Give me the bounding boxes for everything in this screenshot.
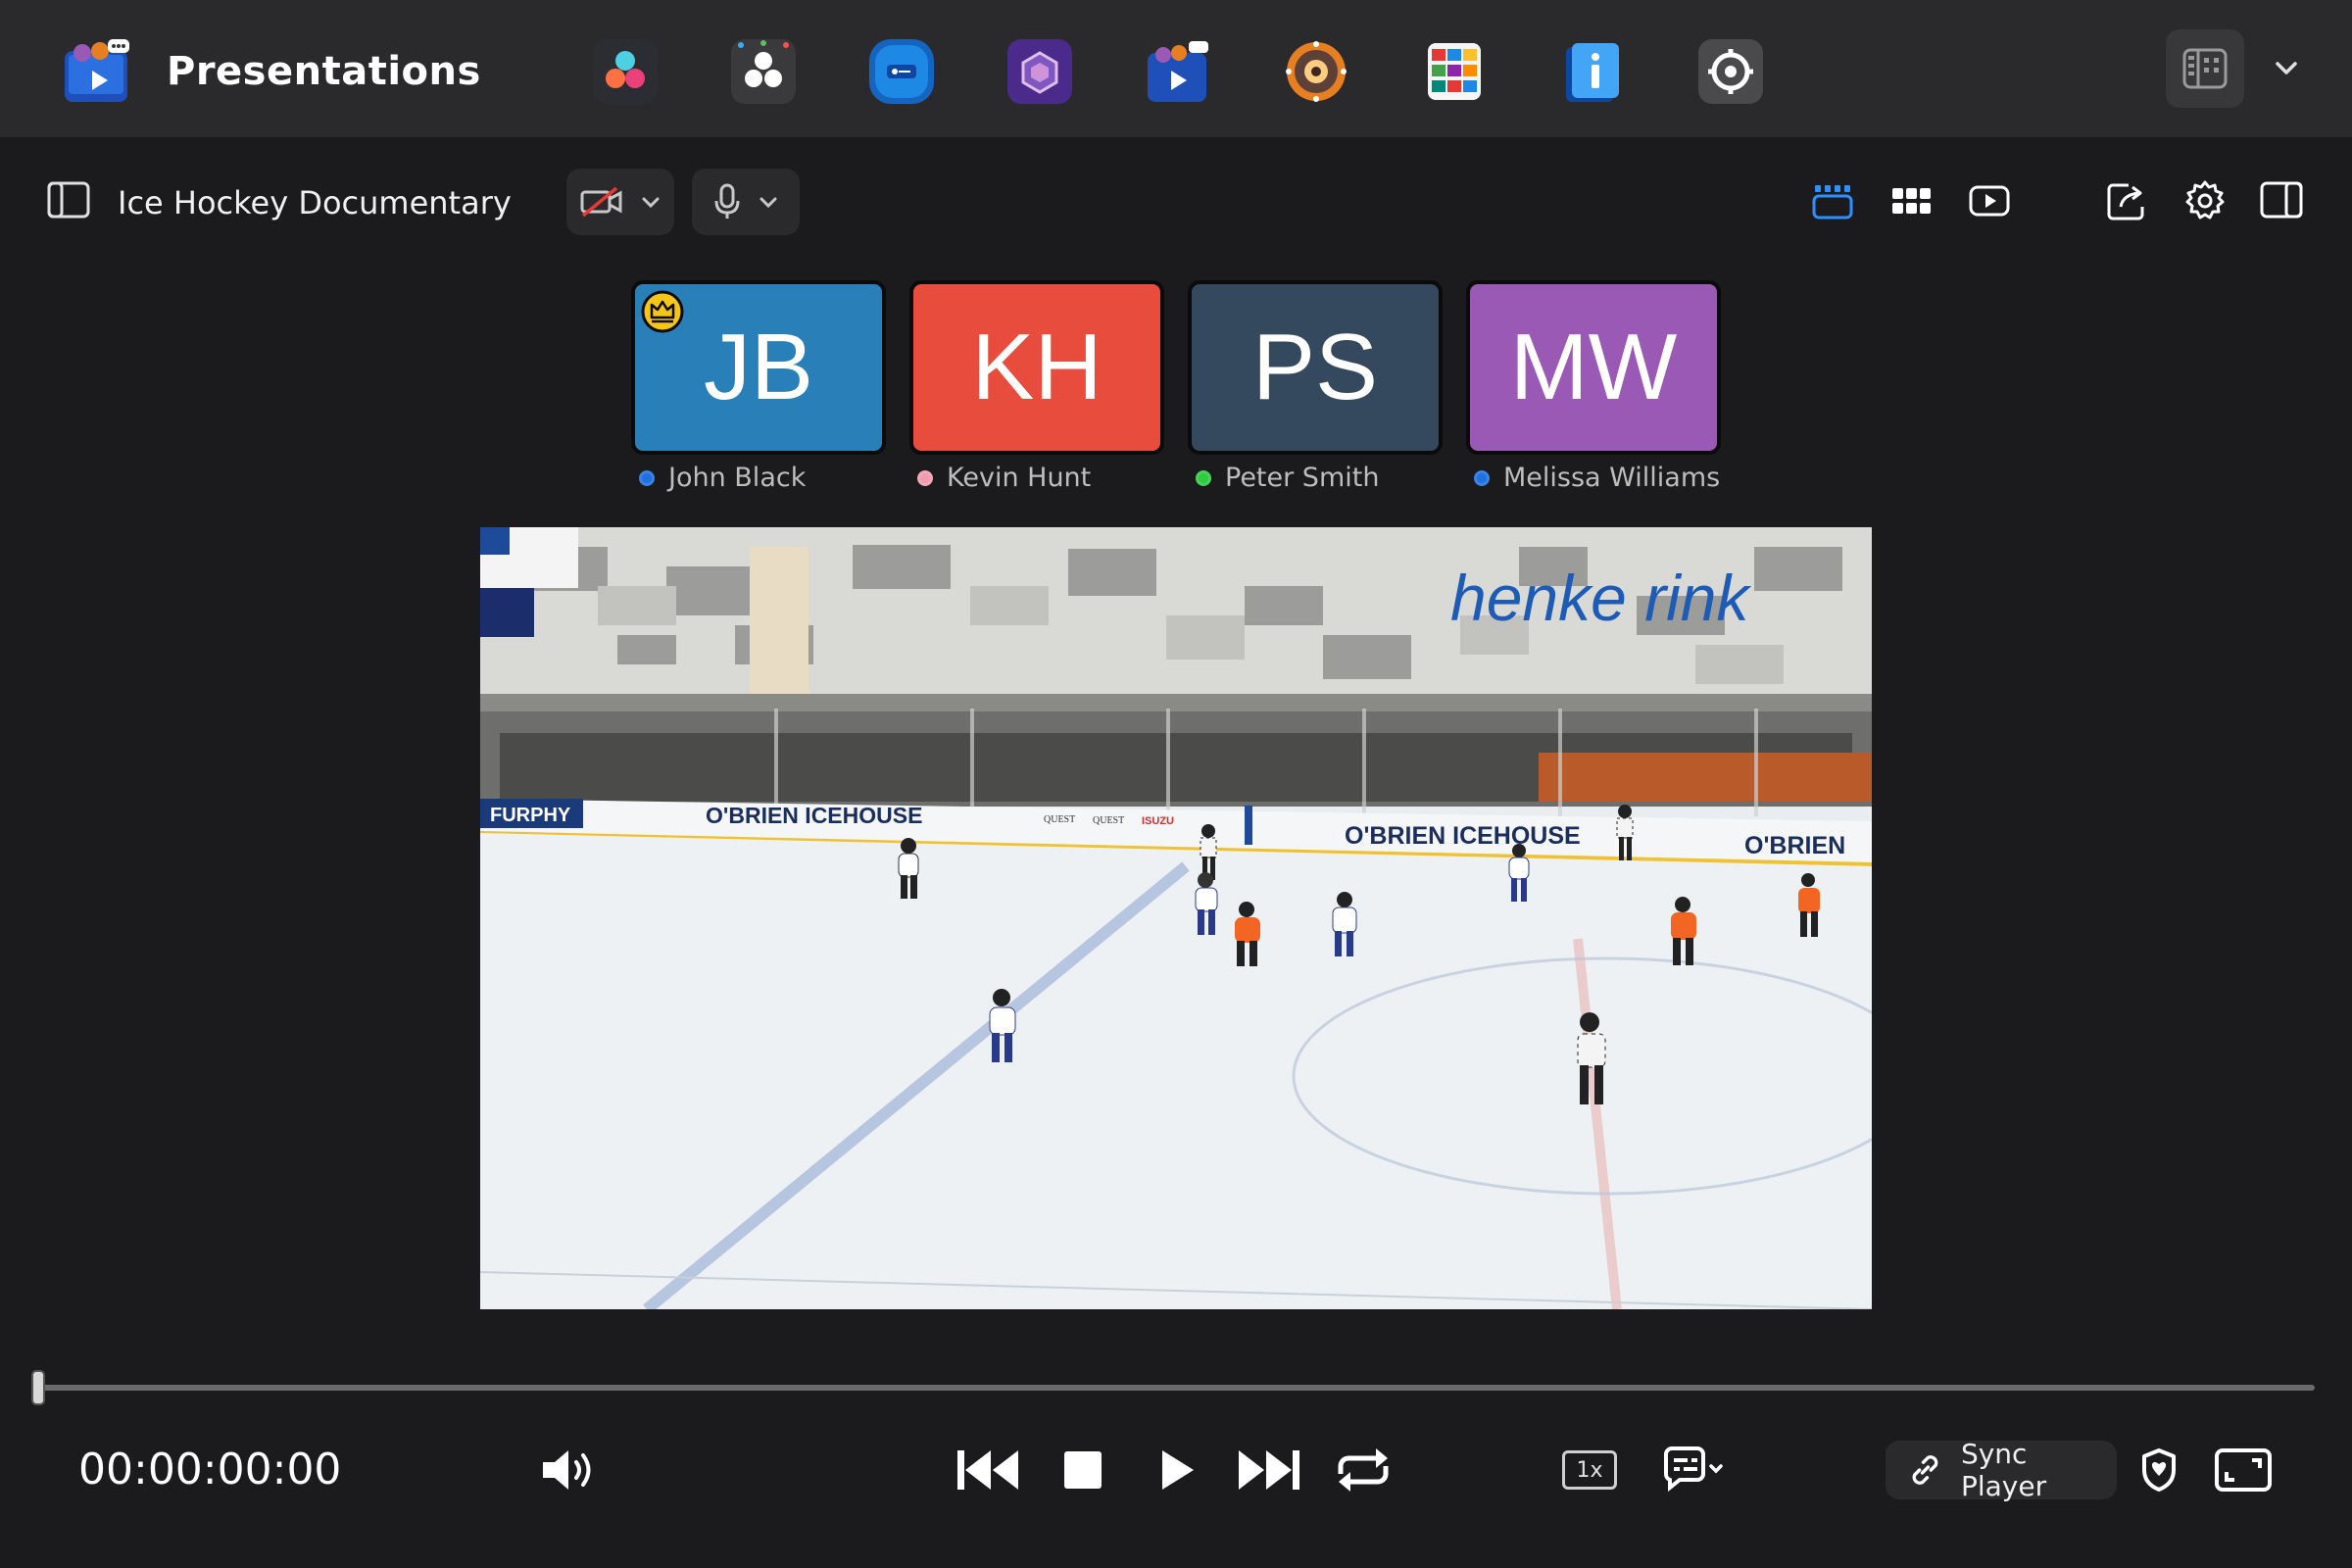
settings-app-icon[interactable] [1698,39,1763,104]
avatar: MW [1466,280,1721,455]
board-ad-text: O'BRIEN ICEHOUSE [1345,822,1581,850]
document-toolbar: Ice Hockey Documentary [0,137,2352,267]
participants-strip-view-icon[interactable] [1811,179,1854,222]
chevron-down-icon [642,197,660,209]
participants-strip: JB John Black KH Kevin Hunt PS Peter Smi… [631,280,1721,493]
speaker-app-icon[interactable] [1284,39,1348,104]
window-switcher-button[interactable] [2166,29,2244,108]
board-ad-text: QUEST [1093,815,1124,826]
hockey-rink-video-frame: henke rink FURPHY O'BRIEN ICEHOUSE QUEST… [480,527,1872,1309]
avatar: PS [1188,280,1443,455]
status-dot [1196,469,1211,486]
participant-name: Kevin Hunt [947,463,1092,493]
participant-name: Peter Smith [1225,463,1380,493]
participant-initials: MW [1509,315,1678,419]
playback-speed-label: 1x [1576,1457,1603,1483]
shield-icon[interactable] [2127,1441,2191,1499]
board-ad-text: FURPHY [490,805,571,826]
hex-app-icon[interactable] [1007,39,1072,104]
volume-icon[interactable] [539,1441,604,1499]
participant-initials: KH [971,315,1102,419]
crown-host-icon [641,290,684,333]
microphone-icon [714,183,740,219]
right-sidebar-toggle-icon[interactable] [2260,179,2303,222]
microphone-toggle-button[interactable] [692,169,800,235]
player-view-icon[interactable] [1968,179,2011,222]
presentations-app-icon[interactable] [1146,39,1210,104]
skip-back-icon[interactable] [956,1441,1020,1499]
app-dock [593,39,1763,104]
presentations-app-icon[interactable] [63,37,133,108]
davinci-resolve-icon[interactable] [593,39,658,104]
chevron-down-icon[interactable] [2272,54,2301,83]
document-title: Ice Hockey Documentary [118,184,512,221]
tiles-app-icon[interactable] [1422,39,1487,104]
fullscreen-icon[interactable] [2211,1441,2276,1499]
chevron-down-icon [760,197,777,209]
video-player-frame[interactable]: henke rink FURPHY O'BRIEN ICEHOUSE QUEST… [480,527,1872,1309]
sync-player-button[interactable]: Sync Player [1886,1438,2117,1502]
participant-tile[interactable]: PS Peter Smith [1188,280,1443,493]
board-ad-text: O'BRIEN [1744,832,1845,859]
board-ad-text: ISUZU [1142,815,1174,827]
settings-gear-icon[interactable] [2183,179,2227,222]
status-dot [917,469,933,486]
participant-tile[interactable]: KH Kevin Hunt [909,280,1164,493]
davinci-panel-icon[interactable] [731,39,796,104]
board-ad-text: QUEST [1044,814,1075,825]
app-header-bar: Presentations [0,0,2352,137]
participant-initials: PS [1251,315,1379,419]
loop-icon[interactable] [1331,1441,1396,1499]
participant-initials: JB [703,315,814,419]
info-app-icon[interactable] [1560,39,1625,104]
playback-speed-button[interactable]: 1x [1562,1450,1617,1490]
avatar: KH [909,280,1164,455]
status-dot [1474,469,1490,486]
subtitles-icon[interactable] [1660,1441,1725,1499]
playback-scrubber-handle[interactable] [31,1370,45,1405]
participant-name: Melissa Williams [1503,463,1721,493]
link-icon [1912,1455,1938,1485]
left-sidebar-toggle-icon[interactable] [47,181,90,219]
rink-banner-text: henke rink [1450,562,1752,634]
sync-player-label: Sync Player [1960,1438,2047,1502]
skip-forward-icon[interactable] [1237,1441,1301,1499]
board-ad-text: O'BRIEN ICEHOUSE [706,803,922,828]
key-app-icon[interactable] [869,39,934,104]
participant-tile[interactable]: MW Melissa Williams [1466,280,1721,493]
app-title: Presentations [167,49,481,94]
play-icon[interactable] [1143,1441,1207,1499]
panel-grid-icon [2182,48,2228,89]
timecode-display: 00:00:00:00 [78,1445,342,1494]
playback-progress-track[interactable] [37,1385,2315,1391]
status-dot [639,469,655,486]
grid-view-icon[interactable] [1889,179,1933,222]
avatar: JB [631,280,886,455]
participant-name: John Black [668,463,807,493]
camera-toggle-button[interactable] [566,169,674,235]
participant-tile[interactable]: JB John Black [631,280,886,493]
stop-icon[interactable] [1051,1441,1115,1499]
share-icon[interactable] [2105,179,2148,222]
camera-off-icon [580,186,622,218]
